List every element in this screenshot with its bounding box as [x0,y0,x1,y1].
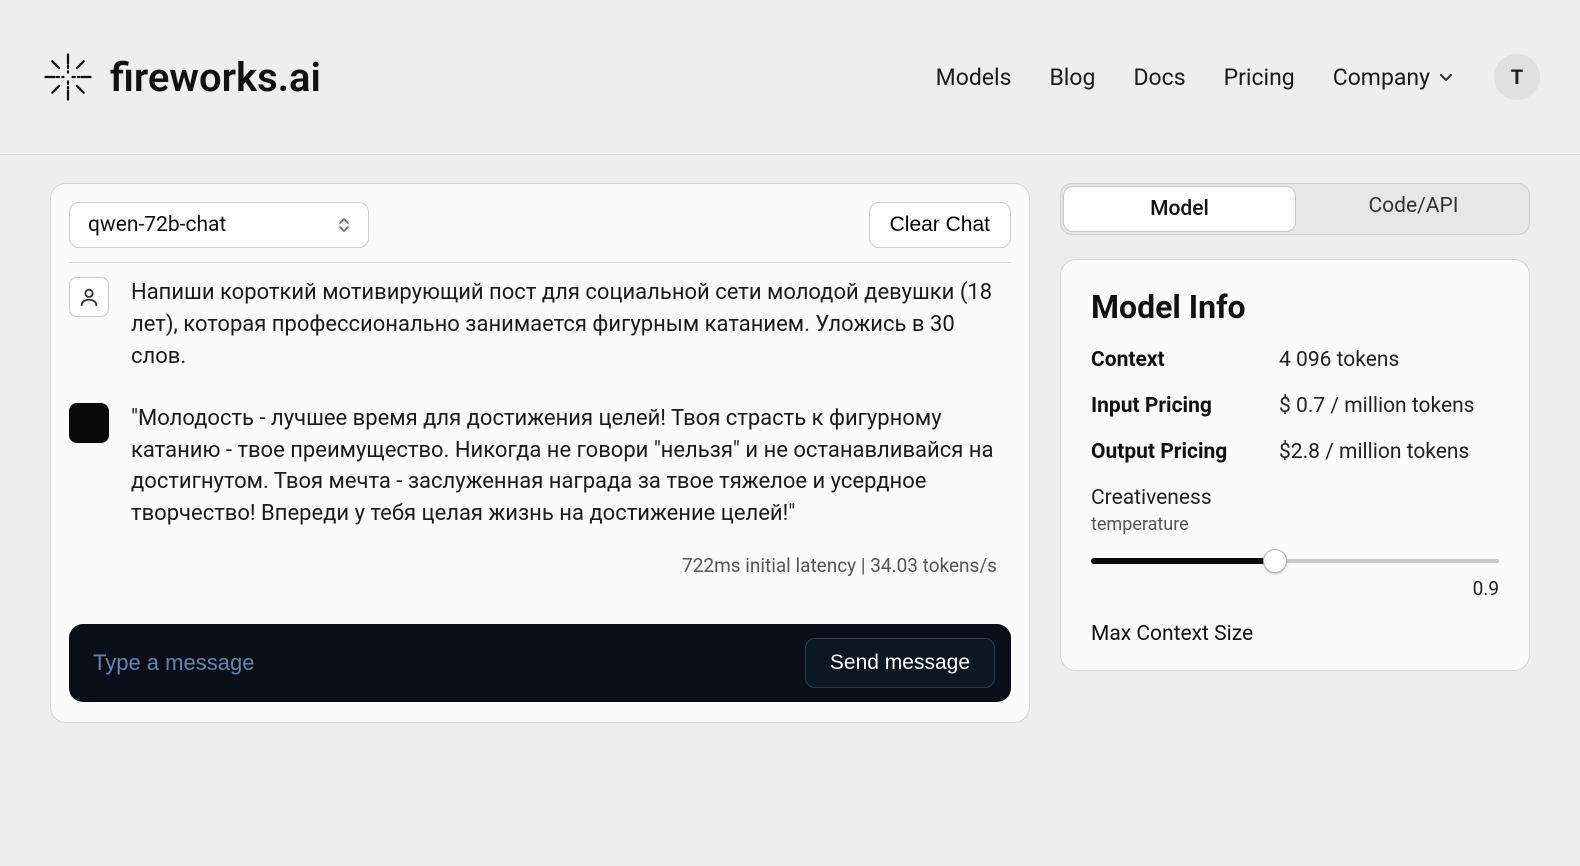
message-assistant: "Молодость - лучшее время для достижения… [69,403,1005,531]
right-column: Model Code/API Model Info Context 4 096 … [1060,183,1530,723]
view-tabs: Model Code/API [1060,183,1530,235]
fireworks-logo-icon [40,49,96,105]
toolbar-divider [69,262,1011,263]
slider-fill [1091,558,1275,564]
message-user: Напиши короткий мотивирующий пост для со… [69,277,1005,373]
brand-name: fireworks.ai [110,54,321,101]
context-label: Context [1091,348,1261,372]
message-scroll-area[interactable]: Напиши короткий мотивирующий пост для со… [69,277,1011,614]
top-nav: Models Blog Docs Pricing Company [936,64,1454,91]
nav-docs[interactable]: Docs [1133,64,1185,91]
input-pricing-value: $ 0.7 / million tokens [1279,394,1499,418]
output-pricing-label: Output Pricing [1091,440,1261,464]
nav-blog[interactable]: Blog [1049,64,1095,91]
send-button[interactable]: Send message [805,638,995,688]
input-pricing-label: Input Pricing [1091,394,1261,418]
latency-text: 722ms initial latency | 34.03 tokens/s [69,554,1005,577]
user-avatar[interactable]: T [1494,54,1540,100]
brand[interactable]: fireworks.ai [40,49,321,105]
max-context-label: Max Context Size [1091,622,1499,646]
slider-thumb[interactable] [1263,549,1287,573]
select-updown-icon [338,216,350,234]
context-value: 4 096 tokens [1279,348,1499,372]
message-input[interactable] [85,644,791,682]
model-info-card: Model Info Context 4 096 tokens Input Pr… [1060,259,1530,671]
user-icon [69,277,109,317]
creativeness-sub: temperature [1091,514,1499,535]
top-header: fireworks.ai Models Blog Docs Pricing Co… [0,0,1580,155]
nav-pricing[interactable]: Pricing [1224,64,1295,91]
temperature-value: 0.9 [1473,577,1499,600]
nav-company[interactable]: Company [1333,64,1454,91]
tab-model[interactable]: Model [1063,186,1296,232]
tab-code-api[interactable]: Code/API [1298,184,1529,234]
clear-chat-button[interactable]: Clear Chat [869,202,1011,248]
composer: Send message [69,624,1011,702]
info-row-output-pricing: Output Pricing $2.8 / million tokens [1091,440,1499,464]
nav-models[interactable]: Models [936,64,1012,91]
bot-icon [69,403,109,443]
info-row-context: Context 4 096 tokens [1091,348,1499,372]
temperature-slider[interactable] [1091,545,1499,577]
output-pricing-value: $2.8 / million tokens [1279,440,1499,464]
model-info-title: Model Info [1091,288,1499,326]
model-select[interactable]: qwen-72b-chat [69,202,369,248]
chat-panel: qwen-72b-chat Clear Chat Напиши корот [50,183,1030,723]
user-message-text: Напиши короткий мотивирующий пост для со… [131,277,1005,373]
info-row-input-pricing: Input Pricing $ 0.7 / million tokens [1091,394,1499,418]
chat-toolbar: qwen-72b-chat Clear Chat [69,202,1011,248]
creativeness-title: Creativeness [1091,486,1499,510]
creativeness-section: Creativeness temperature 0.9 [1091,486,1499,600]
bot-message-text: "Молодость - лучшее время для достижения… [131,403,1005,531]
model-select-value: qwen-72b-chat [88,213,226,237]
nav-company-label: Company [1333,64,1430,91]
chevron-down-icon [1438,64,1454,91]
